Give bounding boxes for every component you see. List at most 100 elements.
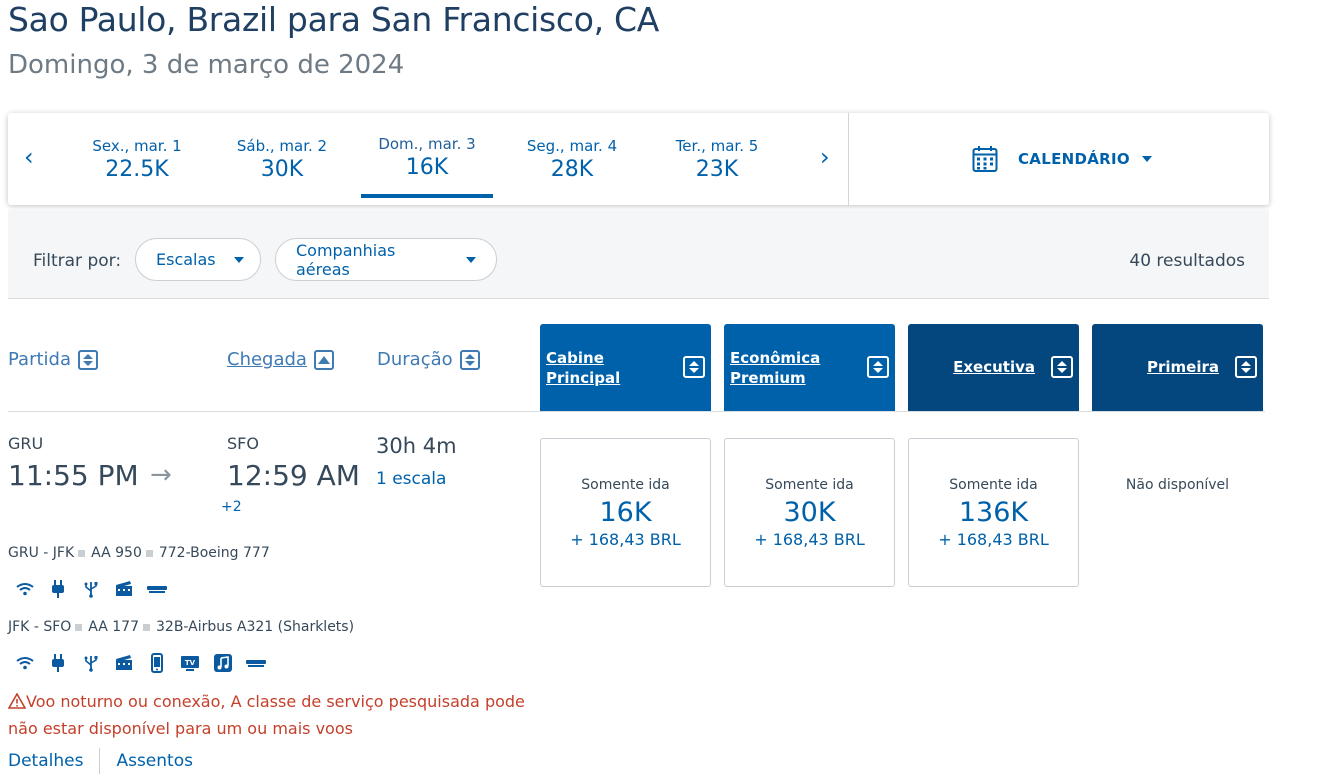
stops-filter-label: Escalas [156,250,216,269]
fare-label: Somente ida [581,477,670,493]
sort-icon [1051,356,1073,378]
segment-info: GRU - JFK AA 950 772-Boeing 777 [8,545,270,561]
origin-airport: GRU [8,434,44,453]
cabin-name-line1: Cabine [546,349,604,367]
calendar-icon [972,146,998,172]
seats-link[interactable]: Assentos [116,751,193,771]
sort-departure[interactable]: Partida [8,349,98,370]
fare-main-cabin[interactable]: Somente ida 16K + 168,43 BRL [540,438,711,587]
cabin-main-header[interactable]: Cabine Principal [540,324,711,412]
music-icon [212,654,234,672]
cabin-name: Primeira [1147,358,1219,376]
usb-icon [80,654,102,672]
date-option-label: Seg., mar. 4 [526,137,618,155]
cabin-premium-economy-header[interactable]: Econômica Premium [724,324,895,412]
flight-duration: 30h 4m [376,434,457,458]
date-option-selected[interactable]: Dom., mar. 3 16K [362,135,492,180]
flight-links: Detalhes Assentos [8,748,193,774]
fare-business[interactable]: Somente ida 136K + 168,43 BRL [908,438,1079,587]
date-option-price: 28K [550,157,594,182]
fare-label: Somente ida [765,477,854,493]
fare-first-unavailable: Não disponível [1125,477,1230,493]
tv-icon: TV [179,654,201,672]
wifi-icon [14,654,36,672]
calendar-button[interactable]: CALENDÁRIO [972,143,1152,175]
details-link[interactable]: Detalhes [8,751,83,771]
separator [143,623,150,631]
selected-date-indicator [361,194,493,198]
cabin-first-header[interactable]: Primeira [1092,324,1263,412]
page-title: Sao Paulo, Brazil para San Francisco, CA [8,0,660,39]
filter-label: Filtrar por: [33,251,122,271]
chevron-down-icon [1141,156,1152,162]
airlines-filter-dropdown[interactable]: Companhias aéreas [275,238,497,281]
cabin-name-line2: Premium [730,369,806,387]
sort-duration[interactable]: Duração [377,349,480,370]
arrive-time: 12:59 AM [227,459,360,492]
svg-text:TV: TV [185,659,196,667]
calendar-label: CALENDÁRIO [1018,150,1130,168]
chevron-down-icon [466,256,476,263]
date-option-label: Sáb., mar. 2 [236,137,328,155]
link-separator [99,748,101,774]
stops-filter-dropdown[interactable]: Escalas [135,238,261,281]
date-strip: ‹ Sex., mar. 1 22.5K Sáb., mar. 2 30K Do… [8,113,1269,205]
segment-flight-number: AA 950 [91,545,142,561]
segment-aircraft: 32B-Airbus A321 (Sharklets) [156,619,355,635]
date-option-price: 23K [695,157,739,182]
seat-icon [245,654,267,672]
segment-amenities: TV [14,653,278,673]
sort-icon [78,349,98,370]
arrival-header: Chegada [227,349,307,370]
cabin-business-header[interactable]: Executiva [908,324,1079,412]
destination-airport: SFO [227,434,259,453]
date-option[interactable]: Seg., mar. 4 28K [507,137,637,182]
date-option[interactable]: Sáb., mar. 2 30K [217,137,347,182]
arrow-right-icon: → [150,460,172,490]
entertainment-icon [113,580,135,598]
seat-icon [146,580,168,598]
fare-label: Somente ida [949,477,1038,493]
warning-text: Voo noturno ou conexão, A classe de serv… [8,692,525,738]
segment-route: JFK - SFO [8,619,72,635]
power-outlet-icon [47,654,69,672]
wifi-icon [14,580,36,598]
sort-icon [683,356,705,378]
page-subtitle: Domingo, 3 de março de 2024 [8,50,405,80]
chevron-down-icon [233,256,244,263]
fare-premium-economy[interactable]: Somente ida 30K + 168,43 BRL [724,438,895,587]
cabin-name-line1: Econômica [730,349,821,367]
next-dates-button[interactable]: › [820,143,830,171]
usb-icon [80,580,102,598]
overnight-warning: Voo noturno ou conexão, A classe de serv… [7,688,548,742]
sort-icon [867,356,889,378]
sort-icon [459,349,480,370]
departure-header: Partida [8,349,71,370]
date-option-label: Ter., mar. 5 [675,137,759,155]
date-option[interactable]: Sex., mar. 1 22.5K [72,137,202,182]
mobile-icon [146,653,168,673]
date-option-price: 30K [260,157,304,182]
results-count: 40 resultados [1129,251,1245,271]
stops-link[interactable]: 1 escala [376,469,446,489]
filter-bar: Filtrar por: Escalas Companhias aéreas 4… [8,210,1269,299]
entertainment-icon [113,654,135,672]
separator [78,549,86,557]
segment-aircraft: 772-Boeing 777 [158,545,270,561]
prev-dates-button[interactable]: ‹ [24,143,34,171]
fare-points: 16K [599,497,652,528]
sort-icon [1235,356,1257,378]
day-offset: +2 [221,499,242,515]
cabin-name-line2: Principal [546,369,621,387]
airlines-filter-label: Companhias aéreas [296,240,396,279]
segment-flight-number: AA 177 [88,619,139,635]
date-option-price: 16K [405,155,449,180]
separator [75,623,83,631]
separator [145,549,153,557]
sort-ascending-icon [313,349,334,370]
date-option[interactable]: Ter., mar. 5 23K [652,137,782,182]
duration-header: Duração [377,349,453,370]
fare-tax: + 168,43 BRL [754,530,865,549]
warning-icon [7,688,27,715]
sort-arrival[interactable]: Chegada [227,349,334,370]
